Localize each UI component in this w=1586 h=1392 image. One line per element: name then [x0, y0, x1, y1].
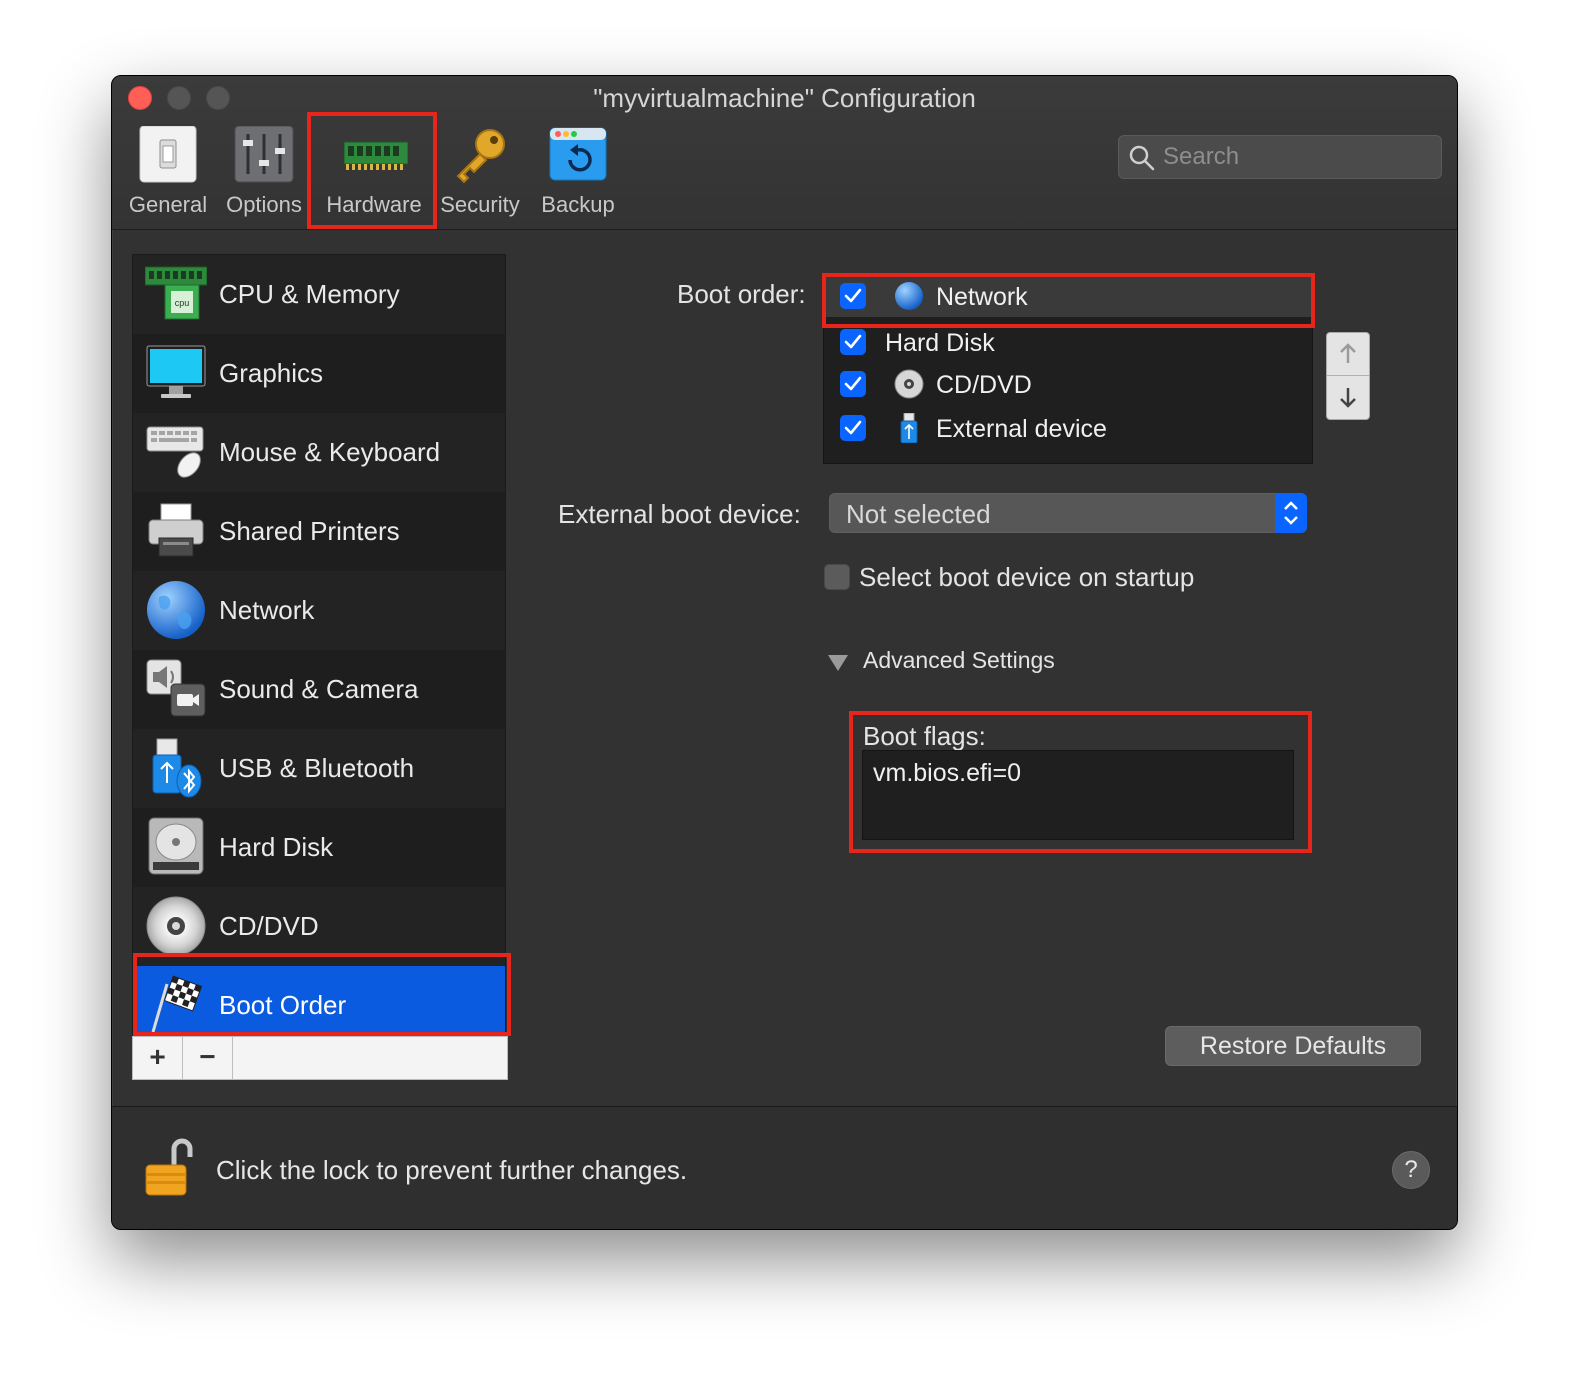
- sidebar-item-label: USB & Bluetooth: [219, 753, 415, 783]
- external-boot-device-value: Not selected: [846, 499, 991, 529]
- boot-external-checkbox[interactable]: [840, 415, 866, 441]
- boot-hard-disk-label: Hard Disk: [885, 329, 995, 357]
- monitor-icon: [145, 342, 207, 404]
- boot-row-cd-dvd[interactable]: CD/DVD: [824, 363, 1312, 405]
- speaker-camera-icon: [145, 658, 207, 720]
- bottom-bar: Click the lock to prevent further change…: [112, 1106, 1457, 1229]
- external-boot-device-select[interactable]: Not selected: [829, 493, 1307, 533]
- window-title: "myvirtualmachine" Configuration: [593, 83, 976, 113]
- sidebar-item-sound-camera[interactable]: Sound & Camera: [133, 650, 505, 729]
- arrow-down-icon: [1340, 388, 1356, 408]
- boot-order-label: Boot order:: [677, 279, 806, 309]
- key-icon: [450, 126, 510, 186]
- sidebar-item-label: Hard Disk: [219, 832, 334, 862]
- boot-hard-disk-checkbox[interactable]: [840, 329, 866, 355]
- cpu-chip-icon: cpu: [144, 263, 208, 325]
- remove-device-button[interactable]: −: [183, 1037, 233, 1079]
- usb-stick-icon: [894, 412, 924, 444]
- external-boot-device-label: External boot device:: [558, 499, 801, 529]
- toolbar-options-label: Options: [226, 192, 302, 217]
- boot-cd-dvd-label: CD/DVD: [936, 371, 1032, 399]
- svg-text:cpu: cpu: [175, 298, 190, 308]
- sidebar-item-shared-printers[interactable]: Shared Printers: [133, 492, 505, 571]
- sidebar-item-label: CD/DVD: [219, 911, 319, 941]
- toolbar-backup[interactable]: Backup: [536, 126, 620, 226]
- sidebar-item-label: Sound & Camera: [219, 674, 419, 704]
- toolbar-security[interactable]: Security: [436, 126, 524, 226]
- boot-order-highlight: [133, 953, 511, 1036]
- printer-icon: [145, 500, 207, 562]
- select-boot-device-checkbox[interactable]: [824, 564, 850, 590]
- restore-defaults-button[interactable]: Restore Defaults: [1165, 1026, 1421, 1066]
- usb-bluetooth-icon: [145, 737, 207, 799]
- sidebar-item-usb-bluetooth[interactable]: USB & Bluetooth: [133, 729, 505, 808]
- lock-message: Click the lock to prevent further change…: [216, 1155, 688, 1185]
- disc-icon: [145, 895, 207, 957]
- network-boot-highlight: [822, 273, 1315, 328]
- sidebar-item-label: CPU & Memory: [219, 279, 400, 309]
- search-icon: [1129, 145, 1155, 171]
- sidebar-footer: + −: [132, 1036, 508, 1080]
- add-device-button[interactable]: +: [133, 1037, 183, 1079]
- toolbar-security-label: Security: [440, 192, 520, 217]
- sidebar-item-mouse-keyboard[interactable]: Mouse & Keyboard: [133, 413, 505, 492]
- boot-order-stepper[interactable]: [1326, 332, 1370, 420]
- boot-row-external[interactable]: External device: [824, 407, 1312, 449]
- toolbar-general-label: General: [128, 192, 208, 217]
- select-boot-device-label: Select boot device on startup: [859, 562, 1195, 592]
- title-bar: "myvirtualmachine" Configuration General: [112, 76, 1457, 230]
- disclosure-triangle-icon[interactable]: [826, 653, 850, 673]
- toolbar-general[interactable]: General: [126, 125, 210, 226]
- sidebar-item-graphics[interactable]: Graphics: [133, 334, 505, 413]
- disc-icon: [894, 369, 924, 399]
- sidebar-item-label: Shared Printers: [219, 516, 400, 546]
- sidebar-item-cpu-memory[interactable]: cpu CPU & Memory: [133, 255, 505, 334]
- sidebar-item-network[interactable]: Network: [133, 571, 505, 650]
- configuration-window: "myvirtualmachine" Configuration General: [111, 75, 1458, 1230]
- arrow-up-icon: [1340, 343, 1356, 363]
- toolbar-backup-label: Backup: [541, 192, 615, 217]
- sidebar-item-label: Mouse & Keyboard: [219, 437, 441, 467]
- help-button[interactable]: ?: [1392, 1151, 1430, 1189]
- hard-disk-icon: [145, 816, 207, 878]
- move-down-button[interactable]: [1327, 376, 1369, 419]
- backup-restore-icon: [548, 126, 608, 186]
- search-input[interactable]: [1163, 140, 1433, 174]
- select-arrows-icon: [1275, 493, 1307, 533]
- sliders-icon: [234, 125, 294, 186]
- search-field[interactable]: [1118, 135, 1442, 179]
- keyboard-mouse-icon: [145, 421, 207, 483]
- sidebar-item-label: Graphics: [219, 358, 324, 388]
- sidebar-item-label: Network: [219, 595, 315, 625]
- boot-external-label: External device: [936, 415, 1107, 443]
- sidebar-item-hard-disk[interactable]: Hard Disk: [133, 808, 505, 887]
- toolbar-options[interactable]: Options: [222, 125, 306, 226]
- hardware-highlight: [307, 112, 437, 229]
- unlocked-padlock-icon[interactable]: [144, 1137, 196, 1199]
- general-switch-icon: [138, 125, 198, 186]
- boot-cd-dvd-checkbox[interactable]: [840, 371, 866, 397]
- globe-icon: [145, 579, 207, 641]
- boot-flags-highlight: [849, 711, 1312, 853]
- advanced-settings-label[interactable]: Advanced Settings: [863, 647, 1055, 674]
- hardware-sidebar: cpu CPU & Memory Graphics Mouse & Keyboa…: [132, 254, 506, 1045]
- move-up-button[interactable]: [1327, 333, 1369, 376]
